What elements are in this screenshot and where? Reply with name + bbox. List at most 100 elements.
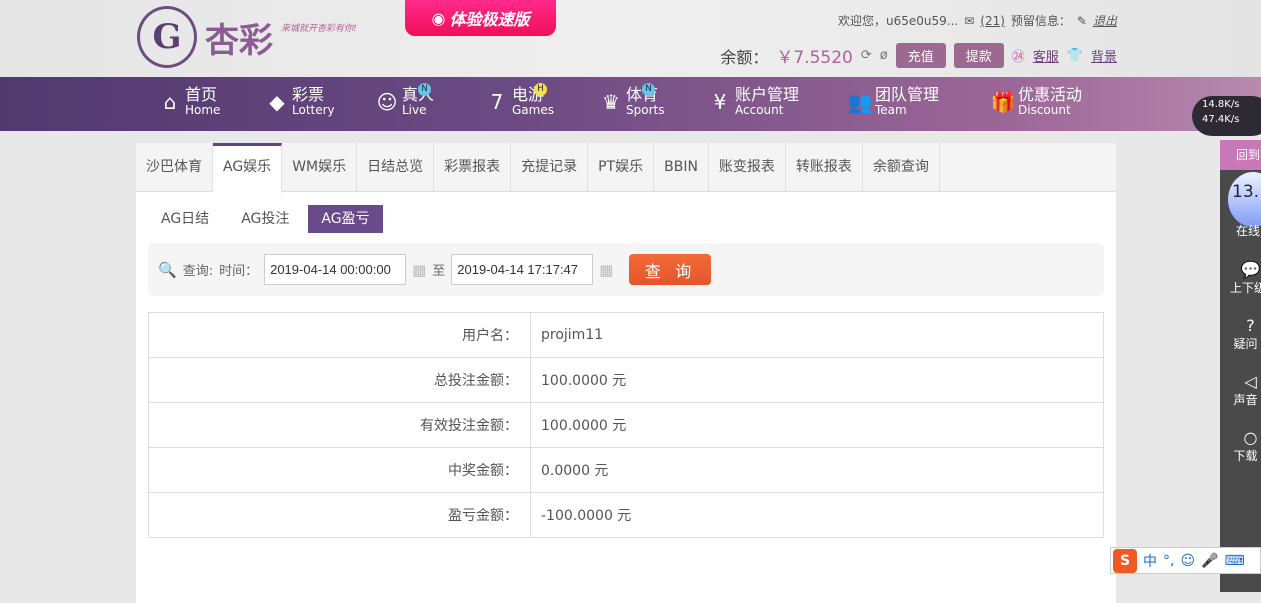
punctuation-icon[interactable]: °, [1163, 553, 1174, 569]
chat-icon: 💬 [1240, 260, 1261, 279]
table-row: 中奖金额： 0.0000 元 [148, 447, 1104, 493]
sidebar-item-label: 疑问 [1233, 337, 1258, 351]
row-value: 100.0000 元 [530, 402, 1104, 448]
query-button[interactable]: 查 询 [629, 254, 712, 285]
speed-icon: ◉ [431, 8, 446, 28]
refresh-icon[interactable]: ⟳ [861, 48, 872, 63]
nav-sublabel: Lottery [292, 103, 335, 117]
mic-icon[interactable]: 🎤 [1201, 553, 1218, 569]
time-label: 时间： [219, 264, 259, 279]
mail-count-link[interactable]: (21) [980, 14, 1005, 28]
tab-6[interactable]: PT娱乐 [588, 143, 655, 191]
download-speed: 47.4K/s [1202, 114, 1240, 125]
tab-9[interactable]: 转账报表 [786, 143, 863, 191]
tab-8[interactable]: 账变报表 [709, 143, 786, 191]
table-row: 用户名： projim11 [148, 312, 1104, 358]
tab-5[interactable]: 充提记录 [511, 143, 589, 191]
nav-item-lottery[interactable]: ◆ 彩票 Lottery [262, 87, 335, 118]
main-nav: ⌂ 首页 Home ◆ 彩票 Lottery ☺ 真人 Live N 7 电游 Games H ♛ 体育 Spo… [0, 77, 1261, 131]
logout-link[interactable]: 退出 [1093, 12, 1117, 29]
nav-badge: N [418, 83, 431, 96]
gift-icon: 🎁 [990, 90, 1016, 114]
tab-3[interactable]: 日结总览 [357, 143, 435, 191]
tab-0[interactable]: 沙巴体育 [136, 143, 213, 191]
dealer-icon: ☺ [376, 90, 398, 114]
nav-item-live[interactable]: ☺ 真人 Live N [372, 83, 434, 117]
sidebar-item-label: 下载 [1233, 449, 1258, 463]
emoji-icon[interactable]: ☺ [1180, 553, 1195, 569]
nav-sublabel: Discount [1018, 103, 1071, 117]
nav-item-team[interactable]: 👥 团队管理 Team [845, 87, 939, 118]
report-tabs: 沙巴体育 AG娱乐 WM娱乐 日结总览 彩票报表 充提记录 PT娱乐 BBIN 账变报表 转账报表… [136, 143, 1116, 193]
upload-speed: 14.8K/s [1202, 99, 1240, 110]
nav-sublabel: Sports [626, 103, 665, 117]
logo-text: 杏彩 [205, 20, 273, 61]
reserve-info-label: 预留信息： [1010, 14, 1071, 28]
hide-eye-icon[interactable]: ø [880, 48, 888, 63]
nav-label: 首页 [185, 85, 218, 104]
subtab-2[interactable]: AG盈亏 [308, 205, 383, 233]
balance-bar: 余额： ￥7.5520 ⟳ ø 充值 提款 ㉔ 客服 👕 背景 [720, 43, 1117, 68]
nav-item-games[interactable]: 7 电游 Games H [482, 83, 554, 117]
nav-sublabel: Live [402, 103, 427, 117]
download-icon: ○ [1243, 428, 1258, 447]
user-bar: 欢迎您，u65e0u59... ✉ (21) 预留信息： ✎ 退出 [838, 12, 1117, 29]
sidebar-item[interactable]: ◁ 声音 [1220, 372, 1261, 408]
service-link[interactable]: 客服 [1033, 46, 1059, 65]
back-to-top-button[interactable]: 回到 [1220, 140, 1261, 170]
seven-icon: 7 [490, 90, 504, 114]
start-time-input[interactable] [264, 254, 407, 285]
right-sidebar: 回到 13. 在线 💬 上下级? 疑问 ◁ 声音 ○ 下载 [1220, 140, 1261, 592]
ime-lang[interactable]: 中 [1143, 551, 1157, 571]
tab-4[interactable]: 彩票报表 [434, 143, 512, 191]
shirt-icon: 👕 [1066, 48, 1083, 63]
calendar-icon[interactable]: ▦ [412, 261, 426, 279]
logo[interactable]: G 杏彩 来城就开杏彩有你! [137, 6, 357, 68]
recharge-button[interactable]: 充值 [895, 43, 946, 68]
tab-7[interactable]: BBIN [654, 143, 709, 191]
row-label: 中奖金额： [148, 447, 531, 493]
mail-icon[interactable]: ✉ [964, 14, 974, 28]
summary-table: 用户名： projim11 总投注金额： 100.0000 元有效投注金额： 100.0… [148, 312, 1104, 538]
calendar-icon[interactable]: ▦ [599, 261, 613, 279]
row-label: 总投注金额： [148, 357, 531, 403]
nav-badge: N [642, 83, 655, 96]
withdraw-button[interactable]: 提款 [953, 43, 1004, 68]
help-icon: ? [1246, 316, 1255, 335]
sound-icon: ◁ [1244, 372, 1257, 391]
sidebar-item[interactable]: ○ 下载 [1220, 428, 1261, 464]
sidebar-item[interactable]: 💬 上下级 [1220, 260, 1261, 296]
subtab-0[interactable]: AG日结 [148, 205, 222, 233]
sidebar-item[interactable]: ? 疑问 [1220, 316, 1261, 352]
sidebar-item-label: 上下级 [1230, 281, 1261, 295]
speed-version-label: 体验极速版 [449, 10, 530, 29]
nav-item-account[interactable]: ¥ 账户管理 Account [705, 87, 799, 118]
sogou-logo-icon[interactable]: S [1113, 548, 1137, 573]
end-time-input[interactable] [451, 254, 594, 285]
speed-version-button[interactable]: ◉ 体验极速版 [405, 0, 556, 36]
keyboard-icon[interactable]: ⌨ [1225, 553, 1245, 569]
table-row: 有效投注金额： 100.0000 元 [148, 402, 1104, 448]
edit-icon[interactable]: ✎ [1077, 14, 1087, 28]
nav-item-sports[interactable]: ♛ 体育 Sports N [596, 83, 665, 117]
sub-tabs: AG日结 AG投注 AG盈亏 [148, 205, 383, 233]
query-label: 查询: [182, 264, 214, 279]
service-icon: ㉔ [1011, 50, 1025, 65]
row-label: 盈亏金额： [148, 492, 531, 538]
ticket-icon: ◆ [269, 90, 285, 114]
background-link[interactable]: 背景 [1091, 46, 1117, 65]
balance-label: 余额： [720, 47, 769, 67]
header: G 杏彩 来城就开杏彩有你! ◉ 体验极速版 欢迎您，u65e0u59... ✉ … [0, 0, 1261, 77]
online-widget: 13. [1228, 172, 1261, 227]
team-icon: 👥 [847, 90, 873, 114]
tab-10[interactable]: 余额查询 [863, 143, 940, 191]
subtab-1[interactable]: AG投注 [228, 205, 302, 233]
tab-2[interactable]: WM娱乐 [282, 143, 358, 191]
tab-1[interactable]: AG娱乐 [213, 143, 283, 193]
logo-mark: G [137, 6, 197, 68]
nav-item-discount[interactable]: 🎁 优惠活动 Discount [988, 87, 1082, 118]
nav-label: 电游 [512, 85, 545, 104]
nav-item-home[interactable]: ⌂ 首页 Home [155, 85, 221, 118]
welcome-text: 欢迎您，u65e0u59... [837, 14, 959, 28]
nav-sublabel: Team [875, 103, 907, 117]
